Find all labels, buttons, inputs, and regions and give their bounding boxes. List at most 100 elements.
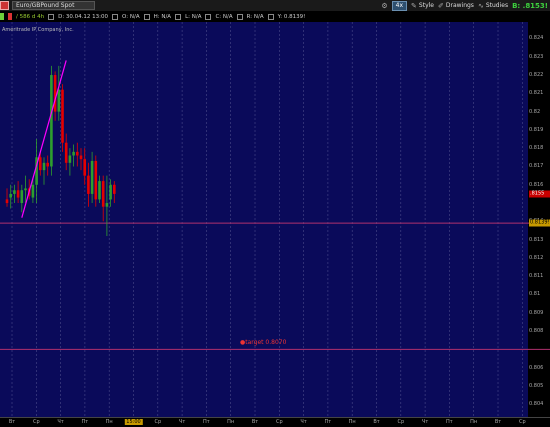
- time-tick-label: Пт: [81, 419, 89, 425]
- time-axis[interactable]: Вт Ср Чт Пт Пн 15:00 Ср Чт Пт Пн Вт Ср Чт Пт Пн Вт Ср Чт П…: [0, 417, 550, 427]
- price-tick-label: 0.822: [529, 72, 544, 79]
- info-checkbox-close[interactable]: [205, 13, 212, 20]
- candle-body: [16, 190, 20, 198]
- plot-area: [0, 22, 528, 417]
- candle-body: [64, 142, 68, 163]
- up-color-chip: [0, 13, 4, 20]
- candle-body: [50, 75, 53, 167]
- price-tick-label: 0.823: [529, 53, 544, 60]
- price-tick-label: 0.818: [529, 145, 544, 152]
- candle-body: [79, 155, 83, 160]
- candle-body: [39, 157, 42, 171]
- candle-body: [113, 184, 116, 194]
- info-low: L: N/A: [185, 13, 202, 20]
- price-tick-label: 0.824: [529, 35, 544, 42]
- candle-body: [9, 193, 12, 198]
- style-icon: ✎: [411, 1, 417, 10]
- candle-body: [68, 155, 72, 163]
- candle-body: [57, 89, 61, 112]
- time-tick-label: Вт: [373, 419, 380, 425]
- toolbar-right: ⚙ 4x ✎ Style ✐ Drawings ∿ Studies B: .8153!: [381, 0, 548, 11]
- time-tick-label: Вт: [494, 419, 502, 425]
- timeframe-button[interactable]: 4x: [391, 0, 408, 11]
- candle-body: [20, 190, 24, 204]
- info-checkbox-low[interactable]: [175, 13, 182, 20]
- price-tick-label: 0.806: [529, 364, 544, 371]
- time-tick-label: Пн: [105, 419, 113, 425]
- target-text: target 0.8070: [245, 339, 287, 347]
- time-cursor-label: 15:00: [124, 419, 143, 425]
- info-range: R: N/A: [246, 13, 264, 20]
- time-tick-label: Пн: [227, 419, 235, 425]
- bid-prefix: B:: [512, 1, 521, 10]
- candle-body: [61, 89, 64, 143]
- price-chart[interactable]: Ameritrade IP Company, Inc. ●target 0.80…: [0, 22, 550, 417]
- bid-value: .8153!: [522, 1, 548, 10]
- info-date: D: 30.04.12 13:00: [58, 13, 109, 20]
- info-high: H: N/A: [153, 13, 172, 20]
- candle-body: [42, 162, 46, 171]
- info-checkbox[interactable]: [48, 13, 55, 20]
- candle-body: [87, 175, 90, 194]
- time-tick-label: Ср: [397, 419, 405, 425]
- toolbar-left: Euro/GBPound Spot: [0, 0, 96, 11]
- candle-body: [105, 203, 109, 207]
- info-bar: / 586 d 4h D: 30.04.12 13:00 O: N/A H: N…: [0, 11, 550, 22]
- info-y: Y: 0.8139!: [277, 13, 306, 20]
- candle-body: [83, 159, 86, 176]
- watermark: Ameritrade IP Company, Inc.: [2, 27, 74, 33]
- candle-body: [109, 184, 112, 200]
- time-tick-label: Ср: [275, 419, 283, 425]
- candle-body: [53, 75, 57, 112]
- price-tick-label: 0.82: [529, 108, 541, 115]
- candle-body: [72, 151, 75, 156]
- price-tick-label: 0.809: [529, 309, 544, 316]
- price-tick-label: 0.81: [529, 291, 541, 298]
- time-tick-label: Вт: [251, 419, 259, 425]
- info-checkbox-open[interactable]: [112, 13, 119, 20]
- price-tick-label: 0.811: [529, 273, 544, 280]
- bid-quote: B: .8153!: [512, 2, 548, 10]
- time-tick-label: Пт: [446, 419, 453, 425]
- candle-body: [46, 162, 49, 167]
- price-tick-label: 0.821: [529, 90, 544, 97]
- info-close: C: N/A: [215, 13, 233, 20]
- time-tick-label: Ср: [32, 419, 40, 425]
- drawings-icon: ✐: [437, 1, 444, 10]
- style-button[interactable]: ✎ Style: [411, 2, 434, 10]
- time-tick-label: Пт: [203, 419, 210, 425]
- price-tick-label: 0.808: [529, 328, 544, 335]
- candle-body: [31, 184, 35, 198]
- chart-canvas[interactable]: [0, 22, 550, 417]
- drawings-button[interactable]: ✐ Drawings: [438, 2, 474, 10]
- info-symbol: / 586 d 4h: [16, 13, 45, 20]
- price-tick-label: 0.816: [529, 181, 544, 188]
- time-tick-label: Вт: [8, 419, 16, 425]
- studies-button[interactable]: ∿ Studies: [478, 2, 508, 10]
- info-checkbox-y[interactable]: [267, 13, 274, 20]
- target-label: ●target 0.8070: [240, 339, 286, 346]
- time-tick-label: Пн: [470, 419, 478, 425]
- candle-body: [94, 160, 98, 200]
- level-price-tag: 0.8139!: [529, 219, 550, 227]
- price-tick-label: 0.805: [529, 382, 544, 389]
- wrench-icon[interactable]: ⚙: [381, 2, 387, 10]
- time-tick-label: Пт: [324, 419, 332, 425]
- studies-label: Studies: [485, 2, 509, 9]
- price-tick-label: 0.819: [529, 126, 544, 133]
- down-color-chip: [8, 13, 12, 20]
- price-tick-label: 0.813: [529, 236, 544, 243]
- link-checkbox[interactable]: [0, 1, 9, 10]
- candle-body: [76, 151, 79, 156]
- candle-body: [101, 181, 105, 207]
- candle-body: [5, 199, 9, 204]
- price-tick-label: 0.804: [529, 401, 544, 408]
- info-checkbox-high[interactable]: [143, 13, 150, 20]
- symbol-selector[interactable]: Euro/GBPound Spot: [12, 1, 96, 10]
- studies-icon: ∿: [477, 1, 484, 10]
- info-checkbox-range[interactable]: [236, 13, 243, 20]
- price-tick-label: 0.817: [529, 163, 544, 170]
- candle-body: [24, 188, 27, 191]
- time-tick-label: Чт: [300, 419, 307, 425]
- candle-body: [13, 190, 16, 194]
